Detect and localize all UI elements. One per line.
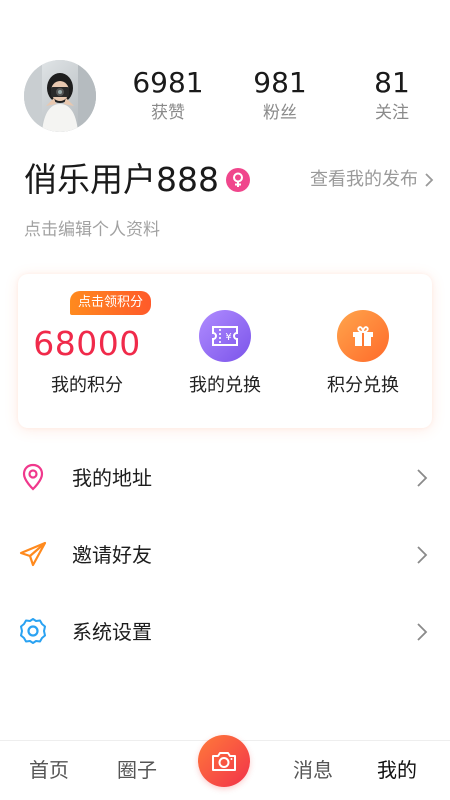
chevron-right-icon (417, 469, 428, 487)
points-card: 点击领积分 68000 我的积分 ¥ 我的兑换 积分兑换 (18, 274, 432, 428)
my-points-label: 我的积分 (51, 375, 123, 396)
username: 俏乐用户888 (24, 160, 219, 199)
bottom-tab-bar: 首页 圈子 消息 我的 (0, 735, 450, 800)
tab-circle[interactable]: 圈子 (102, 755, 172, 785)
likes-count: 6981 (132, 66, 204, 99)
menu-list: 我的地址 邀请好友 系统设置 (0, 440, 450, 671)
avatar[interactable] (24, 60, 96, 132)
followers-count: 981 (253, 66, 307, 99)
points-exchange-item[interactable]: 积分兑换 (294, 274, 432, 428)
menu-label-address: 我的地址 (72, 466, 152, 490)
profile-header: 6981 获赞 981 粉丝 81 关注 (0, 52, 450, 140)
edit-profile-link[interactable]: 点击编辑个人资料 (24, 216, 160, 244)
points-exchange-label: 积分兑换 (327, 375, 399, 396)
stats-row: 6981 获赞 981 粉丝 81 关注 (112, 66, 450, 130)
chevron-right-icon (417, 546, 428, 564)
view-my-posts-link[interactable]: 查看我的发布 (310, 166, 434, 194)
my-redemptions-item[interactable]: ¥ 我的兑换 (156, 274, 294, 428)
menu-item-settings[interactable]: 系统设置 (0, 594, 450, 671)
chevron-right-icon (425, 173, 434, 187)
stat-likes[interactable]: 6981 获赞 (112, 66, 224, 130)
claim-points-badge[interactable]: 点击领积分 (70, 291, 152, 315)
following-label: 关注 (375, 103, 409, 123)
gift-icon (337, 310, 389, 362)
likes-label: 获赞 (151, 103, 185, 123)
my-redemptions-label: 我的兑换 (189, 375, 261, 396)
paper-plane-icon (19, 541, 47, 567)
female-icon (226, 168, 250, 192)
location-pin-icon (22, 463, 44, 491)
camera-icon (212, 752, 236, 771)
stat-following[interactable]: 81 关注 (336, 66, 448, 130)
points-value: 68000 (33, 324, 141, 363)
menu-item-invite[interactable]: 邀请好友 (0, 517, 450, 594)
tab-home[interactable]: 首页 (14, 755, 84, 785)
menu-item-address[interactable]: 我的地址 (0, 440, 450, 517)
following-count: 81 (374, 66, 410, 99)
avatar-photo (24, 60, 96, 132)
menu-label-invite: 邀请好友 (72, 543, 152, 567)
name-row: 俏乐用户888 查看我的发布 (24, 158, 434, 202)
tab-messages[interactable]: 消息 (278, 755, 348, 785)
camera-button[interactable] (198, 735, 250, 787)
followers-label: 粉丝 (263, 103, 297, 123)
chevron-right-icon (417, 623, 428, 641)
svg-text:¥: ¥ (225, 332, 231, 343)
view-posts-label: 查看我的发布 (310, 169, 418, 190)
tab-mine[interactable]: 我的 (362, 755, 432, 785)
stat-followers[interactable]: 981 粉丝 (224, 66, 336, 130)
my-points-item[interactable]: 点击领积分 68000 我的积分 (18, 274, 156, 428)
menu-label-settings: 系统设置 (72, 620, 152, 644)
gear-icon (20, 618, 46, 644)
ticket-icon: ¥ (199, 310, 251, 362)
